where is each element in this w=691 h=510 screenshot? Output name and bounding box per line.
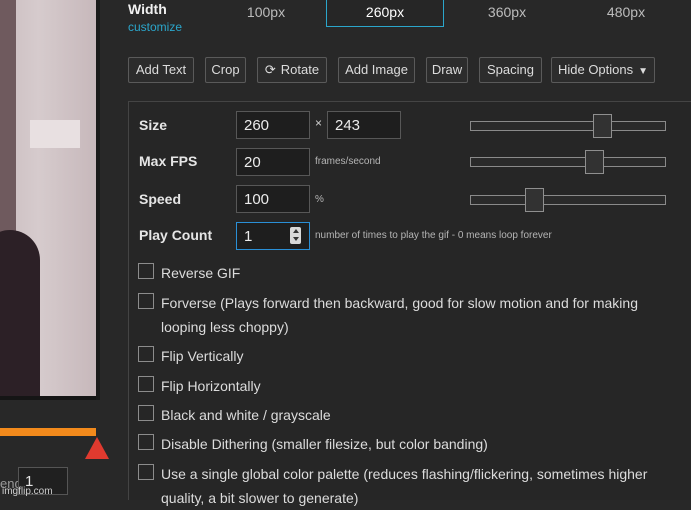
fps-slider[interactable] <box>470 150 666 174</box>
hide-options-label: Hide Options <box>557 62 634 77</box>
width-option-100[interactable]: 100px <box>207 0 325 27</box>
reverse-gif-label: Reverse GIF <box>161 265 241 281</box>
width-option-360[interactable]: 360px <box>448 0 566 27</box>
draw-button[interactable]: Draw <box>426 57 468 83</box>
rotate-icon: ⟳ <box>264 62 276 77</box>
global-palette-label: Use a single global color palette (reduc… <box>161 466 648 506</box>
add-text-label: Add Text <box>135 62 187 77</box>
customize-width-link[interactable]: customize <box>128 20 182 34</box>
rotate-label: Rotate <box>280 62 320 77</box>
end-frame-marker-icon[interactable] <box>85 437 109 459</box>
size-label: Size <box>139 117 168 133</box>
play-count-spinner-icon[interactable] <box>290 227 301 244</box>
width-option-260[interactable]: 260px <box>326 0 444 27</box>
play-count-label: Play Count <box>139 227 213 243</box>
size-slider-thumb[interactable] <box>593 114 612 138</box>
speed-label: Speed <box>139 191 182 207</box>
reverse-gif-checkbox[interactable] <box>138 263 154 279</box>
flip-horizontally-label: Flip Horizontally <box>161 378 261 394</box>
forverse-label: Forverse (Plays forward then backward, g… <box>161 295 638 335</box>
play-count-hint: number of times to play the gif - 0 mean… <box>315 230 552 241</box>
rotate-button[interactable]: ⟳ Rotate <box>257 57 327 83</box>
preview-bottom-edge <box>0 396 96 400</box>
chevron-down-icon: ▼ <box>638 66 649 77</box>
width-option-480[interactable]: 480px <box>567 0 685 27</box>
spacing-label: Spacing <box>487 62 534 77</box>
disable-dithering-checkbox[interactable] <box>138 434 154 450</box>
fps-unit: frames/second <box>315 156 381 167</box>
size-slider[interactable] <box>470 114 666 138</box>
crop-label: Crop <box>211 62 240 77</box>
grayscale-checkbox[interactable] <box>138 405 154 421</box>
add-image-button[interactable]: Add Image <box>338 57 415 83</box>
global-palette-checkbox[interactable] <box>138 464 154 480</box>
width-label: Width <box>128 1 167 17</box>
size-times-sign: × <box>315 116 323 130</box>
speed-unit: % <box>315 194 324 205</box>
preview-figure <box>0 230 40 400</box>
size-height-input[interactable] <box>327 111 401 139</box>
watermark: imgflip.com <box>2 486 53 497</box>
hide-options-button[interactable]: Hide Options ▼ <box>551 57 655 83</box>
flip-horizontally-checkbox[interactable] <box>138 376 154 392</box>
preview-divider <box>96 0 100 400</box>
add-text-button[interactable]: Add Text <box>128 57 194 83</box>
gif-preview <box>0 0 96 400</box>
draw-label: Draw <box>431 62 463 77</box>
speed-slider[interactable] <box>470 188 666 212</box>
forverse-checkbox[interactable] <box>138 293 154 309</box>
spacing-button[interactable]: Spacing <box>479 57 542 83</box>
crop-button[interactable]: Crop <box>205 57 246 83</box>
frame-range-bar[interactable] <box>0 428 96 436</box>
speed-slider-thumb[interactable] <box>525 188 544 212</box>
max-fps-input[interactable] <box>236 148 310 176</box>
speed-input[interactable] <box>236 185 310 213</box>
size-width-input[interactable] <box>236 111 310 139</box>
max-fps-label: Max FPS <box>139 153 198 169</box>
fps-slider-thumb[interactable] <box>585 150 604 174</box>
preview-shelf <box>30 120 80 148</box>
flip-vertically-label: Flip Vertically <box>161 348 244 364</box>
flip-vertically-checkbox[interactable] <box>138 346 154 362</box>
disable-dithering-label: Disable Dithering (smaller filesize, but… <box>161 436 488 452</box>
add-image-label: Add Image <box>345 62 408 77</box>
grayscale-label: Black and white / grayscale <box>161 407 331 423</box>
